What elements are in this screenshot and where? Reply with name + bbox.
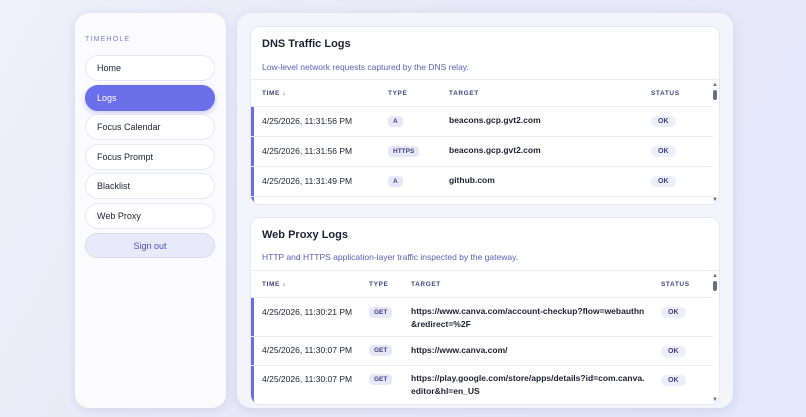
sidebar-item-focus-calendar[interactable]: Focus Calendar	[85, 114, 215, 140]
table-row[interactable]: 4/25/2026, 11:31:56 PM A beacons.gcp.gvt…	[251, 106, 713, 136]
table-row[interactable]: 4/25/2026, 11:31:49 PM A github.com OK	[251, 166, 713, 196]
status-badge: OK	[651, 176, 676, 187]
main-content: DNS Traffic Logs Low-level network reque…	[237, 13, 733, 408]
row-accent-bar	[251, 197, 254, 204]
table-row[interactable]: 4/25/2026, 11:30:07 PM GET https://www.c…	[251, 336, 713, 365]
dns-scrollbar[interactable]: ▲ ▼	[711, 80, 719, 204]
column-header-target: TARGET	[449, 90, 479, 97]
sidebar-item-web-proxy[interactable]: Web Proxy	[85, 203, 215, 229]
brand-label: TIMEHOLE	[85, 36, 131, 43]
row-accent-bar	[251, 298, 254, 336]
scrollbar-thumb[interactable]	[713, 90, 717, 100]
status-badge: OK	[651, 116, 676, 127]
table-row[interactable]: 4/25/2026, 11:30:21 PM GET https://www.c…	[251, 297, 713, 336]
scroll-down-arrow-icon[interactable]: ▼	[712, 197, 718, 203]
row-target: https://www.canva.com/account-checkup?fl…	[411, 305, 644, 331]
row-accent-bar	[251, 167, 254, 196]
table-row[interactable]: 4/25/2026, 11:31:56 PM HTTPS beacons.gcp…	[251, 136, 713, 166]
scroll-up-arrow-icon[interactable]: ▲	[712, 82, 718, 88]
sidebar: TIMEHOLE Home Logs Focus Calendar Focus …	[75, 13, 226, 408]
table-row-partial	[251, 196, 713, 204]
row-time: 4/25/2026, 11:31:49 PM	[262, 176, 353, 186]
table-row[interactable]: 4/25/2026, 11:30:07 PM GET https://play.…	[251, 365, 713, 404]
method-badge: GET	[369, 374, 393, 385]
status-badge: OK	[651, 146, 676, 157]
row-target-line: https://www.canva.com/	[411, 345, 508, 355]
sidebar-item-logs[interactable]: Logs	[85, 85, 215, 111]
status-badge: OK	[661, 346, 686, 357]
row-time: 4/25/2026, 11:31:56 PM	[262, 146, 353, 156]
row-target: https://play.google.com/store/apps/detai…	[411, 372, 644, 398]
type-badge: A	[388, 116, 403, 127]
row-target-line: https://play.google.com/store/apps/detai…	[411, 373, 645, 383]
web-proxy-logs-panel: Web Proxy Logs HTTP and HTTPS applicatio…	[250, 217, 720, 405]
row-time: 4/25/2026, 11:30:07 PM	[262, 374, 353, 384]
row-target: beacons.gcp.gvt2.com	[449, 115, 541, 125]
row-target-line: &redirect=%2F	[411, 319, 471, 329]
sidebar-item-blacklist[interactable]: Blacklist	[85, 173, 215, 199]
type-badge: A	[388, 176, 403, 187]
row-target-line: editor&hl=en_US	[411, 386, 480, 396]
row-time: 4/25/2026, 11:31:56 PM	[262, 116, 353, 126]
column-header-time[interactable]: TIME ↓	[262, 281, 286, 288]
row-target: https://www.canva.com/	[411, 344, 508, 357]
dns-panel-subtitle: Low-level network requests captured by t…	[262, 62, 469, 72]
column-header-type: TYPE	[369, 281, 389, 288]
row-target-line: https://www.canva.com/account-checkup?fl…	[411, 306, 645, 316]
row-accent-bar	[251, 366, 254, 404]
proxy-scrollbar[interactable]: ▲ ▼	[711, 271, 719, 404]
column-header-status: STATUS	[651, 90, 680, 97]
row-target: github.com	[449, 175, 495, 185]
row-time: 4/25/2026, 11:30:21 PM	[262, 307, 353, 317]
row-accent-bar	[251, 137, 254, 166]
row-accent-bar	[251, 107, 254, 136]
column-header-time[interactable]: TIME ↓	[262, 90, 286, 97]
dns-table: TIME ↓ TYPE TARGET STATUS 4/25/2026, 11:…	[251, 79, 719, 204]
proxy-panel-title: Web Proxy Logs	[262, 229, 348, 241]
scroll-up-arrow-icon[interactable]: ▲	[712, 273, 718, 279]
scrollbar-thumb[interactable]	[713, 281, 717, 291]
column-header-target: TARGET	[411, 281, 441, 288]
column-header-type: TYPE	[388, 90, 408, 97]
dns-logs-panel: DNS Traffic Logs Low-level network reque…	[250, 26, 720, 205]
row-accent-bar	[251, 337, 254, 365]
sign-out-button[interactable]: Sign out	[85, 233, 215, 258]
column-header-status: STATUS	[661, 281, 690, 288]
row-target: beacons.gcp.gvt2.com	[449, 145, 541, 155]
row-time: 4/25/2026, 11:30:07 PM	[262, 345, 353, 355]
sidebar-item-home[interactable]: Home	[85, 55, 215, 81]
proxy-panel-subtitle: HTTP and HTTPS application-layer traffic…	[262, 252, 519, 262]
dns-panel-title: DNS Traffic Logs	[262, 38, 351, 50]
status-badge: OK	[661, 307, 686, 318]
type-badge: HTTPS	[388, 146, 420, 157]
status-badge: OK	[661, 375, 686, 386]
scroll-down-arrow-icon[interactable]: ▼	[712, 397, 718, 403]
sidebar-item-focus-prompt[interactable]: Focus Prompt	[85, 144, 215, 170]
method-badge: GET	[369, 307, 393, 318]
proxy-table: TIME ↓ TYPE TARGET STATUS 4/25/2026, 11:…	[251, 270, 719, 404]
method-badge: GET	[369, 345, 393, 356]
